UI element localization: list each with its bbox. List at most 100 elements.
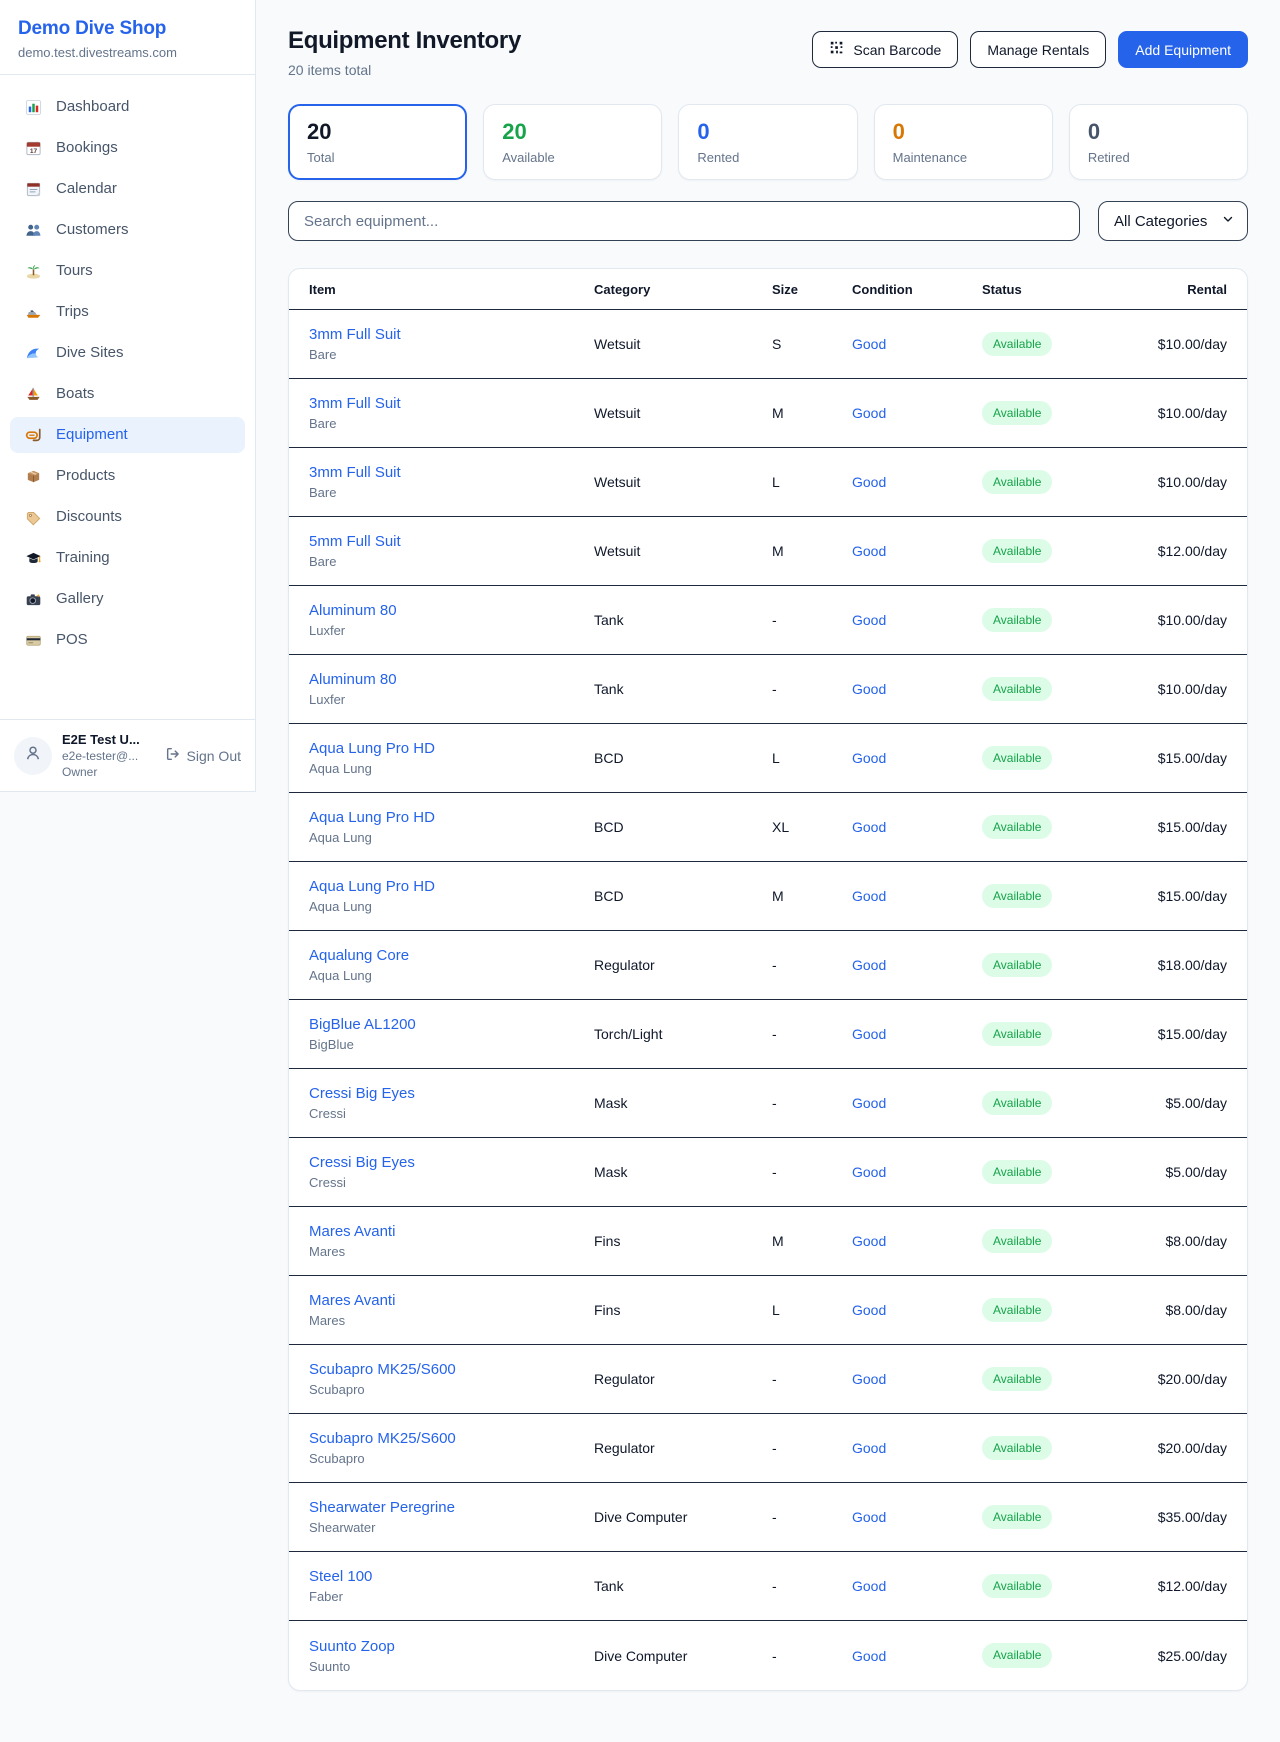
rental-rate-cell: $20.00/day: [1132, 1440, 1227, 1456]
item-name-link[interactable]: Aqualung Core: [309, 947, 594, 964]
condition-link[interactable]: Good: [852, 1026, 886, 1042]
table-row[interactable]: 3mm Full SuitBareWetsuitLGoodAvailable$1…: [289, 448, 1247, 517]
status-cell: Available: [982, 1022, 1132, 1046]
item-name-link[interactable]: Aqua Lung Pro HD: [309, 878, 594, 895]
table-row[interactable]: Cressi Big EyesCressiMask-GoodAvailable$…: [289, 1069, 1247, 1138]
table-row[interactable]: Aluminum 80LuxferTank-GoodAvailable$10.0…: [289, 655, 1247, 724]
condition-link[interactable]: Good: [852, 1164, 886, 1180]
scan-barcode-label: Scan Barcode: [853, 42, 941, 58]
item-name-link[interactable]: 3mm Full Suit: [309, 395, 594, 412]
column-header-size: Size: [772, 282, 852, 297]
table-row[interactable]: Aqua Lung Pro HDAqua LungBCDLGoodAvailab…: [289, 724, 1247, 793]
item-name-link[interactable]: BigBlue AL1200: [309, 1016, 594, 1033]
table-row[interactable]: Scubapro MK25/S600ScubaproRegulator-Good…: [289, 1414, 1247, 1483]
sign-out-button[interactable]: Sign Out: [165, 746, 241, 765]
category-cell: BCD: [594, 750, 772, 766]
condition-link[interactable]: Good: [852, 612, 886, 628]
table-row[interactable]: BigBlue AL1200BigBlueTorch/Light-GoodAva…: [289, 1000, 1247, 1069]
condition-link[interactable]: Good: [852, 543, 886, 559]
table-row[interactable]: Steel 100FaberTank-GoodAvailable$12.00/d…: [289, 1552, 1247, 1621]
category-select[interactable]: All Categories: [1098, 201, 1248, 241]
stat-card-retired[interactable]: 0Retired: [1069, 104, 1248, 180]
condition-link[interactable]: Good: [852, 750, 886, 766]
condition-link[interactable]: Good: [852, 1578, 886, 1594]
item-name-link[interactable]: Scubapro MK25/S600: [309, 1430, 594, 1447]
condition-link[interactable]: Good: [852, 1095, 886, 1111]
condition-link[interactable]: Good: [852, 474, 886, 490]
item-name-link[interactable]: 5mm Full Suit: [309, 533, 594, 550]
table-row[interactable]: Aqua Lung Pro HDAqua LungBCDXLGoodAvaila…: [289, 793, 1247, 862]
add-equipment-button[interactable]: Add Equipment: [1118, 31, 1248, 68]
avatar: [14, 737, 52, 775]
status-badge: Available: [982, 470, 1052, 494]
condition-link[interactable]: Good: [852, 888, 886, 904]
item-name-link[interactable]: Cressi Big Eyes: [309, 1085, 594, 1102]
item-cell: Shearwater PeregrineShearwater: [309, 1499, 594, 1535]
table-row[interactable]: Suunto ZoopSuuntoDive Computer-GoodAvail…: [289, 1621, 1247, 1690]
condition-link[interactable]: Good: [852, 819, 886, 835]
stat-card-available[interactable]: 20Available: [483, 104, 662, 180]
scan-barcode-button[interactable]: Scan Barcode: [812, 31, 958, 68]
item-name-link[interactable]: Suunto Zoop: [309, 1638, 594, 1655]
manage-rentals-button[interactable]: Manage Rentals: [970, 31, 1106, 68]
item-name-link[interactable]: Aqua Lung Pro HD: [309, 809, 594, 826]
item-name-link[interactable]: 3mm Full Suit: [309, 464, 594, 481]
condition-link[interactable]: Good: [852, 1302, 886, 1318]
sidebar-item-equipment[interactable]: Equipment: [10, 417, 245, 453]
sidebar-item-trips[interactable]: Trips: [10, 294, 245, 330]
sidebar-item-gallery[interactable]: Gallery: [10, 581, 245, 617]
status-cell: Available: [982, 1643, 1132, 1667]
table-row[interactable]: Mares AvantiMaresFinsLGoodAvailable$8.00…: [289, 1276, 1247, 1345]
item-name-link[interactable]: Aluminum 80: [309, 671, 594, 688]
item-name-link[interactable]: Cressi Big Eyes: [309, 1154, 594, 1171]
sidebar-item-products[interactable]: Products: [10, 458, 245, 494]
sidebar-item-dashboard[interactable]: Dashboard: [10, 89, 245, 125]
item-name-link[interactable]: Shearwater Peregrine: [309, 1499, 594, 1516]
condition-link[interactable]: Good: [852, 1233, 886, 1249]
table-row[interactable]: Mares AvantiMaresFinsMGoodAvailable$8.00…: [289, 1207, 1247, 1276]
condition-link[interactable]: Good: [852, 957, 886, 973]
condition-link[interactable]: Good: [852, 1648, 886, 1664]
table-row[interactable]: Cressi Big EyesCressiMask-GoodAvailable$…: [289, 1138, 1247, 1207]
sidebar-item-calendar[interactable]: Calendar: [10, 171, 245, 207]
condition-link[interactable]: Good: [852, 405, 886, 421]
stat-card-maintenance[interactable]: 0Maintenance: [874, 104, 1053, 180]
table-row[interactable]: 3mm Full SuitBareWetsuitMGoodAvailable$1…: [289, 379, 1247, 448]
table-row[interactable]: 5mm Full SuitBareWetsuitMGoodAvailable$1…: [289, 517, 1247, 586]
condition-link[interactable]: Good: [852, 1371, 886, 1387]
condition-link[interactable]: Good: [852, 336, 886, 352]
item-name-link[interactable]: Scubapro MK25/S600: [309, 1361, 594, 1378]
table-row[interactable]: Aqua Lung Pro HDAqua LungBCDMGoodAvailab…: [289, 862, 1247, 931]
item-name-link[interactable]: Steel 100: [309, 1568, 594, 1585]
item-name-link[interactable]: Mares Avanti: [309, 1223, 594, 1240]
table-row[interactable]: Scubapro MK25/S600ScubaproRegulator-Good…: [289, 1345, 1247, 1414]
stat-card-rented[interactable]: 0Rented: [678, 104, 857, 180]
sidebar-item-dive-sites[interactable]: Dive Sites: [10, 335, 245, 371]
sidebar-item-bookings[interactable]: 17Bookings: [10, 130, 245, 166]
condition-cell: Good: [852, 405, 982, 421]
table-row[interactable]: Shearwater PeregrineShearwaterDive Compu…: [289, 1483, 1247, 1552]
item-name-link[interactable]: Aqua Lung Pro HD: [309, 740, 594, 757]
sidebar-item-pos[interactable]: POS: [10, 622, 245, 658]
item-name-link[interactable]: 3mm Full Suit: [309, 326, 594, 343]
condition-link[interactable]: Good: [852, 1509, 886, 1525]
status-cell: Available: [982, 815, 1132, 839]
sidebar-item-customers[interactable]: Customers: [10, 212, 245, 248]
search-input[interactable]: [288, 201, 1080, 241]
item-name-link[interactable]: Aluminum 80: [309, 602, 594, 619]
size-cell: -: [772, 1164, 852, 1180]
item-name-link[interactable]: Mares Avanti: [309, 1292, 594, 1309]
status-cell: Available: [982, 1505, 1132, 1529]
stat-card-total[interactable]: 20Total: [288, 104, 467, 180]
table-row[interactable]: 3mm Full SuitBareWetsuitSGoodAvailable$1…: [289, 310, 1247, 379]
sidebar-item-discounts[interactable]: Discounts: [10, 499, 245, 535]
sidebar-item-tours[interactable]: Tours: [10, 253, 245, 289]
stat-label: Available: [502, 150, 643, 165]
status-badge: Available: [982, 1160, 1052, 1184]
sidebar-item-training[interactable]: Training: [10, 540, 245, 576]
condition-link[interactable]: Good: [852, 681, 886, 697]
sidebar-item-boats[interactable]: Boats: [10, 376, 245, 412]
condition-link[interactable]: Good: [852, 1440, 886, 1456]
table-row[interactable]: Aluminum 80LuxferTank-GoodAvailable$10.0…: [289, 586, 1247, 655]
table-row[interactable]: Aqualung CoreAqua LungRegulator-GoodAvai…: [289, 931, 1247, 1000]
